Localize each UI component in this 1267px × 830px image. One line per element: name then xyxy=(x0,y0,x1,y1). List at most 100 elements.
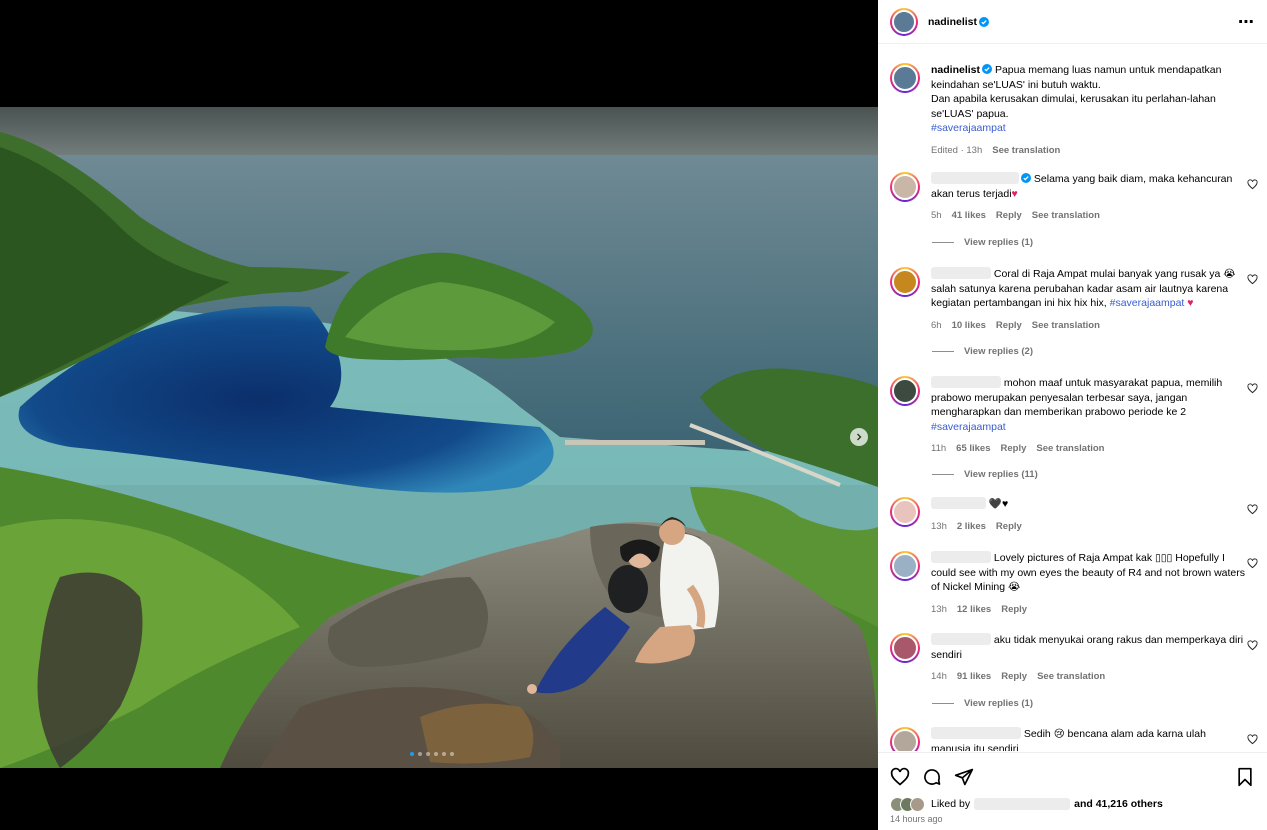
heart-icon[interactable] xyxy=(1247,558,1258,569)
view-replies-label: View replies (11) xyxy=(964,469,1038,480)
carousel-dot xyxy=(418,752,422,756)
heart-icon[interactable] xyxy=(1247,734,1258,745)
redacted-username[interactable] xyxy=(931,267,991,279)
post-header: nadinelist ⋯ xyxy=(878,0,1267,44)
heart-icon[interactable] xyxy=(890,767,910,787)
caption-username[interactable]: nadinelist xyxy=(931,64,980,76)
redacted-username[interactable] xyxy=(931,551,991,563)
bookmark-icon[interactable] xyxy=(1235,767,1255,787)
caption-entry: nadinelist Papua memang luas namun untuk… xyxy=(890,63,1262,158)
redacted-username[interactable] xyxy=(931,497,986,509)
author-avatar[interactable] xyxy=(890,7,918,36)
caption-edited-time: Edited · 13h xyxy=(931,144,983,156)
comment-body: aku tidak menyukai orang rakus dan mempe… xyxy=(931,633,1246,685)
caption-meta: Edited · 13h See translation xyxy=(931,144,1246,159)
commenter-avatar[interactable] xyxy=(890,551,920,581)
heart-icon[interactable] xyxy=(1247,640,1258,651)
post-sidebar: nadinelist ⋯ nadinelist Papua memang lua… xyxy=(878,0,1267,830)
comment-item: Coral di Raja Ampat mulai banyak yang ru… xyxy=(890,267,1262,333)
redacted-username[interactable] xyxy=(974,798,1071,810)
view-replies-label: View replies (1) xyxy=(964,237,1033,248)
view-replies-button[interactable]: View replies (11) xyxy=(932,469,1038,480)
comment-likes[interactable]: 12 likes xyxy=(957,604,991,615)
comment-likes[interactable]: 2 likes xyxy=(957,521,986,532)
reply-button[interactable]: Reply xyxy=(996,320,1022,331)
commenter-avatar[interactable] xyxy=(890,376,920,406)
heart-icon[interactable] xyxy=(1247,504,1258,515)
comment-meta: 13h 2 likes Reply xyxy=(931,520,1246,535)
comment-likes[interactable]: 41 likes xyxy=(952,210,986,221)
comment-body: Sedih 😢 bencana alam ada karna ulah manu… xyxy=(931,727,1246,751)
comments-list[interactable]: nadinelist Papua memang luas namun untuk… xyxy=(878,45,1267,751)
share-icon[interactable] xyxy=(954,767,974,787)
carousel-next-button[interactable] xyxy=(850,428,868,446)
comment-text: 🖤♥ xyxy=(988,498,1009,510)
caption-hashtag[interactable]: #saverajaampat xyxy=(931,122,1006,134)
comment-time: 6h xyxy=(931,319,942,331)
see-translation-link[interactable]: See translation xyxy=(1032,320,1100,331)
redacted-username[interactable] xyxy=(931,172,1019,184)
comment-item: Sedih 😢 bencana alam ada karna ulah manu… xyxy=(890,727,1262,751)
see-translation-link[interactable]: See translation xyxy=(1032,210,1100,221)
commenter-avatar[interactable] xyxy=(890,633,920,663)
comment-likes[interactable]: 10 likes xyxy=(952,320,986,331)
comment-time: 11h xyxy=(931,443,947,454)
commenter-avatar[interactable] xyxy=(890,727,920,751)
heart-icon[interactable] xyxy=(1247,383,1258,394)
carousel-dot xyxy=(426,752,430,756)
author-avatar[interactable] xyxy=(890,63,920,93)
commenter-avatar[interactable] xyxy=(890,267,920,297)
commenter-avatar[interactable] xyxy=(890,172,920,202)
caption: nadinelist Papua memang luas namun untuk… xyxy=(931,63,1246,158)
comment-meta: 5h 41 likes Reply See translation xyxy=(931,209,1246,224)
likes-summary[interactable]: Liked by and 41,216 others xyxy=(878,791,1267,813)
comment-meta: 14h 91 likes Reply See translation xyxy=(931,670,1246,685)
view-replies-button[interactable]: View replies (1) xyxy=(932,698,1033,709)
verified-icon xyxy=(1021,173,1031,183)
see-translation-link[interactable]: See translation xyxy=(992,145,1060,156)
liker-avatar xyxy=(910,796,925,812)
heart-icon[interactable] xyxy=(1247,179,1258,190)
reply-button[interactable]: Reply xyxy=(996,210,1022,221)
redacted-username[interactable] xyxy=(931,376,1001,388)
comment-meta: 11h 65 likes Reply See translation xyxy=(931,442,1246,457)
reply-button[interactable]: Reply xyxy=(1001,671,1027,682)
redacted-username[interactable] xyxy=(931,727,1021,739)
comment-meta: 6h 10 likes Reply See translation xyxy=(931,319,1246,334)
raja-ampat-photo xyxy=(0,107,878,768)
verified-icon xyxy=(982,64,993,74)
heart-icon[interactable] xyxy=(1247,274,1258,285)
reply-button[interactable]: Reply xyxy=(996,521,1022,532)
comment-icon[interactable] xyxy=(922,767,942,787)
comment-time: 14h xyxy=(931,671,947,682)
comment-likes[interactable]: 91 likes xyxy=(957,671,991,682)
comment-item: aku tidak menyukai orang rakus dan mempe… xyxy=(890,633,1262,685)
comment-hashtag[interactable]: #saverajaampat xyxy=(931,421,1006,433)
liker-avatars xyxy=(890,796,925,812)
comment-body: Lovely pictures of Raja Ampat kak ▯▯▯ Ho… xyxy=(931,551,1246,617)
chevron-right-icon xyxy=(857,433,862,441)
comment-item: mohon maaf untuk masyarakat papua, memil… xyxy=(890,376,1262,457)
liked-by-label: Liked by xyxy=(931,798,971,810)
reply-button[interactable]: Reply xyxy=(1001,604,1027,615)
more-icon[interactable]: ⋯ xyxy=(1238,12,1255,32)
comment-meta: 13h 12 likes Reply xyxy=(931,603,1246,618)
comment-hashtag[interactable]: #saverajaampat xyxy=(1110,297,1185,309)
see-translation-link[interactable]: See translation xyxy=(1036,443,1104,454)
author-username[interactable]: nadinelist xyxy=(928,16,977,28)
view-replies-button[interactable]: View replies (2) xyxy=(932,346,1033,357)
comment-item: Selama yang baik diam, maka kehancuran a… xyxy=(890,172,1262,224)
see-translation-link[interactable]: See translation xyxy=(1037,671,1105,682)
redacted-username[interactable] xyxy=(931,633,991,645)
comment-likes[interactable]: 65 likes xyxy=(956,443,990,454)
post-actions: Liked by and 41,216 others 14 hours ago xyxy=(878,752,1267,824)
post-time: 14 hours ago xyxy=(890,814,943,824)
view-replies-button[interactable]: View replies (1) xyxy=(932,237,1033,248)
reply-button[interactable]: Reply xyxy=(1001,443,1027,454)
view-replies-label: View replies (1) xyxy=(964,698,1033,709)
others-count[interactable]: and 41,216 others xyxy=(1074,798,1163,810)
post-media xyxy=(0,0,878,830)
carousel-dot xyxy=(450,752,454,756)
post-photo[interactable] xyxy=(0,107,878,768)
commenter-avatar[interactable] xyxy=(890,497,920,527)
